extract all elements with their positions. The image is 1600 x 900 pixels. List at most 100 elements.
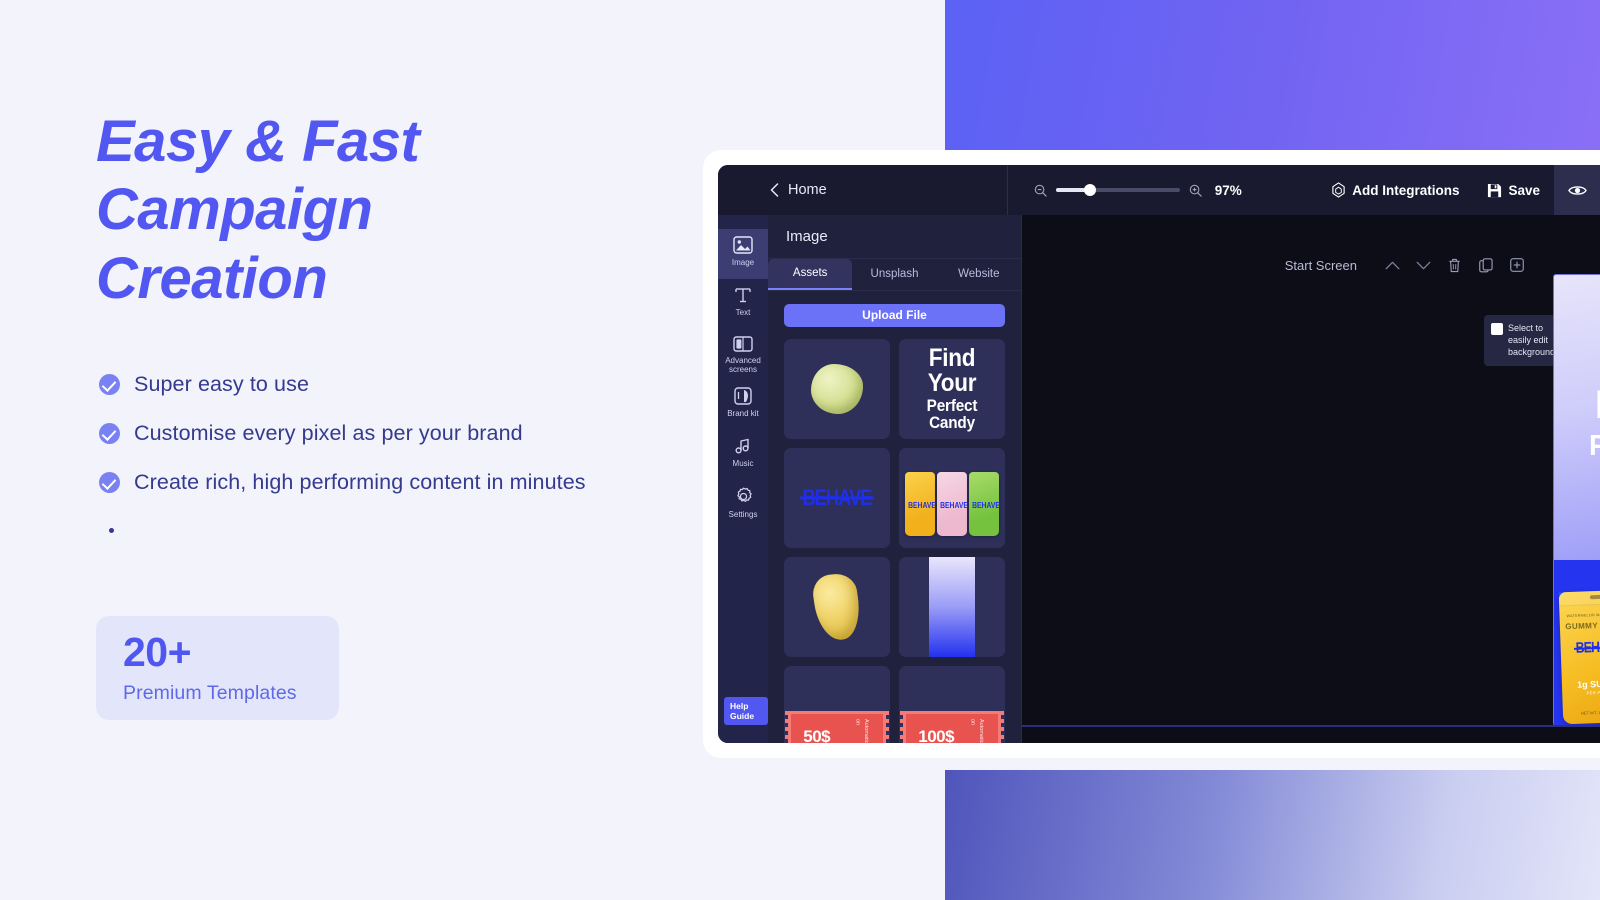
tab-assets[interactable]: Assets	[768, 258, 853, 290]
asset-coupon-100[interactable]: 100$ Automation Add-on	[899, 665, 1005, 743]
bag-sugar: 1g SUGAR	[1577, 678, 1600, 690]
bag-notch	[1589, 594, 1600, 600]
coupon-ticket: 50$ Automation Add-on	[785, 710, 889, 743]
asset-behave-logo[interactable]: BEHAVE	[784, 447, 890, 548]
app-window-frame: Home 97% Add Integrations Save Image Tex…	[703, 150, 1600, 758]
feature-list: Super easy to use Customise every pixel …	[99, 360, 586, 553]
coupon-amount: 100$	[918, 726, 955, 743]
sidebar-item-text[interactable]: Text	[718, 279, 768, 329]
headline-line-2: Campaign	[96, 177, 373, 243]
gradient-swatch-image	[929, 556, 975, 657]
eye-icon	[1567, 185, 1587, 195]
image-icon	[733, 236, 753, 254]
behave-logo-text: BEHAVE	[1576, 638, 1600, 657]
bag-yellow: BEHAVE	[905, 471, 936, 536]
help-guide-button[interactable]: Help Guide	[724, 697, 768, 725]
duplicate-screen-button[interactable]	[1470, 253, 1501, 277]
preview-button[interactable]	[1554, 165, 1600, 215]
zoom-in-icon[interactable]	[1189, 184, 1202, 197]
brandkit-icon	[734, 387, 752, 406]
zoom-out-icon[interactable]	[1034, 184, 1047, 197]
zoom-percent-label: 97%	[1214, 182, 1242, 198]
add-integrations-label: Add Integrations	[1352, 182, 1460, 198]
assets-panel: Image Assets Unsplash Website Upload Fil…	[768, 215, 1022, 743]
delete-screen-button[interactable]	[1439, 253, 1470, 277]
zoom-slider[interactable]	[1055, 184, 1180, 196]
bullet-dot-icon	[109, 527, 114, 533]
bag-logo: BEHAVE	[908, 501, 936, 511]
start-screen-logo: BEHAVE	[1554, 317, 1600, 348]
bag-logo: BEHAVE	[972, 501, 1000, 511]
editor-canvas[interactable]: Start Screen Select to easily edit backg…	[1022, 215, 1600, 743]
list-item-empty	[99, 507, 586, 553]
bag-pink: BEHAVE	[937, 471, 968, 536]
duplicate-screen-button[interactable]	[1470, 739, 1501, 743]
upload-file-button[interactable]: Upload File	[784, 303, 1005, 327]
asset-gummy-blob[interactable]	[784, 338, 890, 439]
add-screen-button[interactable]	[1501, 739, 1532, 743]
add-square-icon	[1509, 258, 1524, 272]
background-edit-tooltip[interactable]: Select to easily edit background	[1484, 315, 1556, 367]
asset-candy-bags[interactable]: BEHAVE BEHAVE BEHAVE	[899, 447, 1005, 548]
layout-icon	[733, 336, 753, 352]
sidebar-item-label: Brand kit	[727, 409, 759, 419]
home-label: Home	[788, 182, 827, 198]
coupon-preview: 100$ Automation Add-on	[899, 665, 1005, 743]
bag-flavor: WATERMELON MANGO LYCHEE	[1566, 612, 1600, 619]
add-integrations-button[interactable]: Add Integrations	[1317, 165, 1473, 215]
headline-text-preview: Find Your Perfect Candy	[899, 343, 1005, 432]
start-screen-preview[interactable]: BEHAVE Find Your Perfect Candy Start WAT…	[1554, 275, 1600, 725]
sidebar-item-brand-kit[interactable]: Brand kit	[718, 380, 768, 430]
templates-badge: 20+ Premium Templates	[96, 616, 339, 720]
chevron-up-icon	[1385, 261, 1400, 269]
asset-coupon-50[interactable]: 50$ Automation Add-on	[784, 665, 890, 743]
zoom-slider-thumb[interactable]	[1083, 184, 1096, 196]
tab-unsplash[interactable]: Unsplash	[852, 259, 936, 290]
decorative-gradient-bottom-right	[945, 770, 1600, 900]
sidebar-item-music[interactable]: Music	[718, 430, 768, 480]
sidebar-item-label: Text	[735, 308, 751, 317]
game-screen-controls: Game Screen	[1277, 739, 1532, 743]
panel-tabs: Assets Unsplash Website	[768, 258, 1021, 291]
coupon-preview: 50$ Automation Add-on	[784, 665, 890, 743]
add-screen-button[interactable]	[1501, 253, 1532, 277]
move-down-button[interactable]	[1408, 253, 1439, 277]
app-toolbar: Home 97% Add Integrations Save	[718, 165, 1600, 215]
asset-headline-text[interactable]: Find Your Perfect Candy	[899, 338, 1005, 439]
save-button[interactable]: Save	[1473, 165, 1554, 215]
bag-logo-wrap: BEHAVE	[1560, 638, 1600, 658]
badge-label: Premium Templates	[123, 681, 297, 704]
sidebar-item-image[interactable]: Image	[718, 229, 768, 279]
candy-bags-photo: WATERMELON MANGO LYCHEE GUMMY BEARS BEHA…	[1554, 560, 1600, 725]
coupon-side-text: Automation Add-on	[854, 718, 869, 743]
move-up-button[interactable]	[1377, 739, 1408, 743]
gummy-blob-image	[811, 363, 863, 414]
sidebar-item-label: Music	[732, 459, 754, 469]
music-icon	[735, 439, 749, 454]
home-back-button[interactable]: Home	[770, 182, 827, 198]
bag-gummy-bears: WATERMELON MANGO LYCHEE GUMMY BEARS BEHA…	[1558, 589, 1600, 725]
asset-gummy-bear[interactable]	[784, 556, 890, 657]
check-circle-icon	[99, 374, 120, 395]
screen-divider	[1022, 725, 1600, 727]
page-root: Easy & Fast Campaign Creation Super easy…	[0, 0, 1600, 900]
tab-website[interactable]: Website	[937, 259, 1021, 290]
tooltip-text: Select to easily edit background	[1508, 323, 1556, 358]
delete-screen-button[interactable]	[1439, 739, 1470, 743]
bag-logo: BEHAVE	[940, 501, 968, 511]
zoom-control[interactable]: 97%	[1034, 183, 1242, 198]
gear-icon	[736, 487, 752, 503]
bag-green: BEHAVE	[969, 471, 1000, 536]
headline-line-3: Creation	[96, 245, 328, 311]
asset-gradient-swatch[interactable]	[899, 556, 1005, 657]
list-item: Customise every pixel as per your brand	[99, 409, 586, 458]
move-down-button[interactable]	[1408, 739, 1439, 743]
asset-text-line-1: Find Your	[927, 343, 977, 398]
sidebar-item-settings[interactable]: Settings	[718, 480, 768, 530]
coupon-amount: 50$	[803, 726, 831, 743]
move-up-button[interactable]	[1377, 253, 1408, 277]
list-item: Create rich, high performing content in …	[99, 458, 586, 507]
panel-title: Image	[768, 215, 1021, 259]
sidebar-item-advanced-screens[interactable]: Advanced screens	[718, 329, 768, 380]
background-select-checkbox[interactable]	[1491, 323, 1503, 335]
